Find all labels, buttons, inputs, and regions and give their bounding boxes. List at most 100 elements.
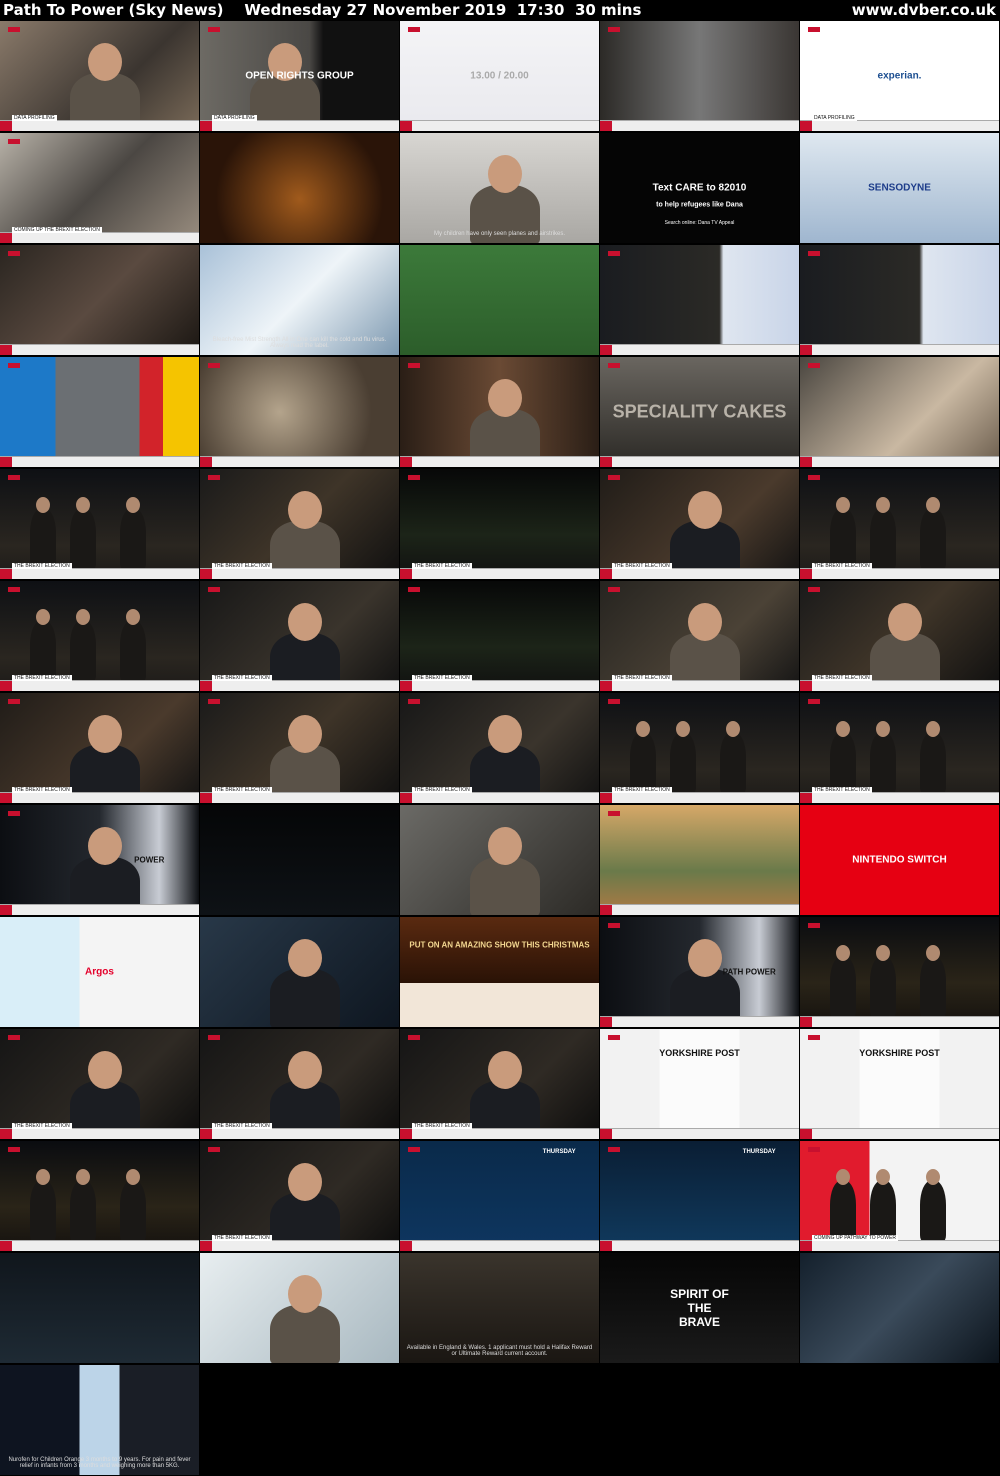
thumbnail[interactable]: YORKSHIRE POST — [600, 1029, 799, 1139]
thumbnail[interactable]: THE BREXIT ELECTION — [400, 693, 599, 803]
thumbnail[interactable]: PUT ON AN AMAZING SHOW THIS CHRISTMAS — [400, 917, 599, 1027]
person-figure — [870, 957, 896, 1017]
person-figure — [30, 1181, 56, 1241]
on-screen-text: YORKSHIRE POST — [659, 1048, 740, 1059]
thumbnail[interactable]: NINTENDO SWITCH — [800, 805, 999, 915]
news-ticker — [0, 568, 199, 579]
thumbnail[interactable]: THE BREXIT ELECTION — [200, 1141, 399, 1251]
thumbnail[interactable] — [200, 133, 399, 243]
thumbnail[interactable]: SPECIALITY CAKES — [600, 357, 799, 467]
thumbnail[interactable]: THURSDAY — [400, 1141, 599, 1251]
person-head — [488, 155, 522, 193]
sky-news-logo — [208, 363, 220, 368]
thumbnail[interactable]: SENSODYNE — [800, 133, 999, 243]
thumbnail[interactable]: POWER — [0, 805, 199, 915]
news-ticker — [800, 120, 999, 131]
thumbnail[interactable]: YORKSHIRE POST — [800, 1029, 999, 1139]
thumbnail[interactable]: My children have only seen planes and ai… — [400, 133, 599, 243]
thumbnail[interactable]: THURSDAY — [600, 1141, 799, 1251]
person-figure — [30, 621, 56, 681]
thumbnail[interactable] — [400, 357, 599, 467]
person-head — [688, 491, 722, 529]
thumbnail[interactable]: THE BREXIT ELECTION — [400, 469, 599, 579]
thumbnail[interactable] — [800, 245, 999, 355]
thumbnail[interactable]: THE BREXIT ELECTION — [200, 469, 399, 579]
thumbnail[interactable] — [0, 245, 199, 355]
thumbnail[interactable]: DATA PROFILING OPEN RIGHTS GROUP — [200, 21, 399, 131]
lower-third-caption: THE BREXIT ELECTION — [612, 787, 672, 793]
thumbnail[interactable] — [400, 805, 599, 915]
thumbnail[interactable] — [600, 21, 799, 131]
lower-third-caption: DATA PROFILING — [812, 115, 857, 121]
person-head — [636, 721, 650, 737]
thumbnail[interactable] — [200, 357, 399, 467]
thumbnail[interactable]: PATH POWER — [600, 917, 799, 1027]
news-ticker — [400, 1240, 599, 1251]
thumbnail[interactable]: COMING UP THE BREXIT ELECTION — [0, 133, 199, 243]
thumbnail[interactable]: THE BREXIT ELECTION — [0, 1029, 199, 1139]
subtitle-text: Nurofen for Children Orange 3 months to … — [8, 1457, 191, 1469]
on-screen-text: THURSDAY — [742, 1149, 776, 1155]
thumbnail[interactable] — [200, 805, 399, 915]
person-figure — [470, 857, 540, 915]
person-head — [926, 1169, 940, 1185]
thumbnail[interactable]: THE BREXIT ELECTION — [0, 581, 199, 691]
thumbnail[interactable] — [0, 1253, 199, 1363]
thumbnail[interactable]: Available in England & Wales. 1 applican… — [400, 1253, 599, 1363]
thumbnail[interactable]: Argos — [0, 917, 199, 1027]
thumbnail[interactable]: 13.00 / 20.00 — [400, 21, 599, 131]
person-head — [126, 497, 140, 513]
thumbnail[interactable] — [0, 1141, 199, 1251]
thumbnail[interactable]: DATA PROFILING — [0, 21, 199, 131]
thumbnail[interactable] — [400, 245, 599, 355]
site-link[interactable]: www.dvber.co.uk — [852, 1, 996, 19]
person-head — [126, 609, 140, 625]
thumbnail[interactable] — [200, 1253, 399, 1363]
thumbnail[interactable]: THE BREXIT ELECTION — [200, 1029, 399, 1139]
thumbnail[interactable]: Bleach-free Mist Strength All in One can… — [200, 245, 399, 355]
person-head — [288, 939, 322, 977]
news-ticker — [800, 344, 999, 355]
lower-third-caption: THE BREXIT ELECTION — [812, 787, 872, 793]
thumbnail[interactable] — [0, 357, 199, 467]
thumbnail[interactable]: Nurofen for Children Orange 3 months to … — [0, 1365, 199, 1475]
thumbnail[interactable]: THE BREXIT ELECTION — [800, 693, 999, 803]
person-head — [926, 945, 940, 961]
sky-news-logo — [8, 811, 20, 816]
thumbnail[interactable]: THE BREXIT ELECTION — [800, 581, 999, 691]
on-screen-text: OPEN RIGHTS GROUP — [245, 70, 354, 82]
person-head — [288, 1163, 322, 1201]
on-screen-text: PATH POWER — [722, 967, 776, 977]
thumbnail[interactable]: THE BREXIT ELECTION — [0, 469, 199, 579]
lower-third-caption: THE BREXIT ELECTION — [212, 1235, 272, 1241]
thumbnail[interactable]: THE BREXIT ELECTION — [600, 469, 799, 579]
person-figure — [720, 733, 746, 793]
thumbnail[interactable]: Text CARE to 82010 to help refugees like … — [600, 133, 799, 243]
programme-title: Path To Power (Sky News) Wednesday 27 No… — [3, 1, 642, 19]
thumbnail[interactable]: THE BREXIT ELECTION — [400, 581, 599, 691]
thumbnail[interactable]: SPIRIT OF THE BRAVE — [600, 1253, 799, 1363]
thumbnail[interactable] — [200, 917, 399, 1027]
thumbnail[interactable]: THE BREXIT ELECTION — [600, 581, 799, 691]
person-head — [288, 1051, 322, 1089]
sky-news-logo — [608, 923, 620, 928]
thumbnail[interactable]: THE BREXIT ELECTION — [600, 693, 799, 803]
thumbnail[interactable] — [600, 805, 799, 915]
thumbnail[interactable]: THE BREXIT ELECTION — [800, 469, 999, 579]
news-ticker — [400, 456, 599, 467]
thumbnail[interactable] — [800, 917, 999, 1027]
thumbnail[interactable]: THE BREXIT ELECTION — [400, 1029, 599, 1139]
person-head — [488, 379, 522, 417]
thumbnail[interactable] — [800, 357, 999, 467]
thumbnail[interactable]: THE BREXIT ELECTION — [200, 581, 399, 691]
sky-news-logo — [808, 923, 820, 928]
sky-news-logo — [408, 1035, 420, 1040]
thumbnail[interactable] — [800, 1253, 999, 1363]
thumbnail[interactable] — [600, 245, 799, 355]
thumbnail[interactable]: THE BREXIT ELECTION — [0, 693, 199, 803]
thumbnail[interactable]: DATA PROFILING experian. — [800, 21, 999, 131]
on-screen-text: to help refugees like Dana — [656, 201, 743, 208]
thumbnail[interactable]: THE BREXIT ELECTION — [200, 693, 399, 803]
lower-third-caption: THE BREXIT ELECTION — [12, 787, 72, 793]
thumbnail[interactable]: COMING UP PATHWAY TO POWER — [800, 1141, 999, 1251]
